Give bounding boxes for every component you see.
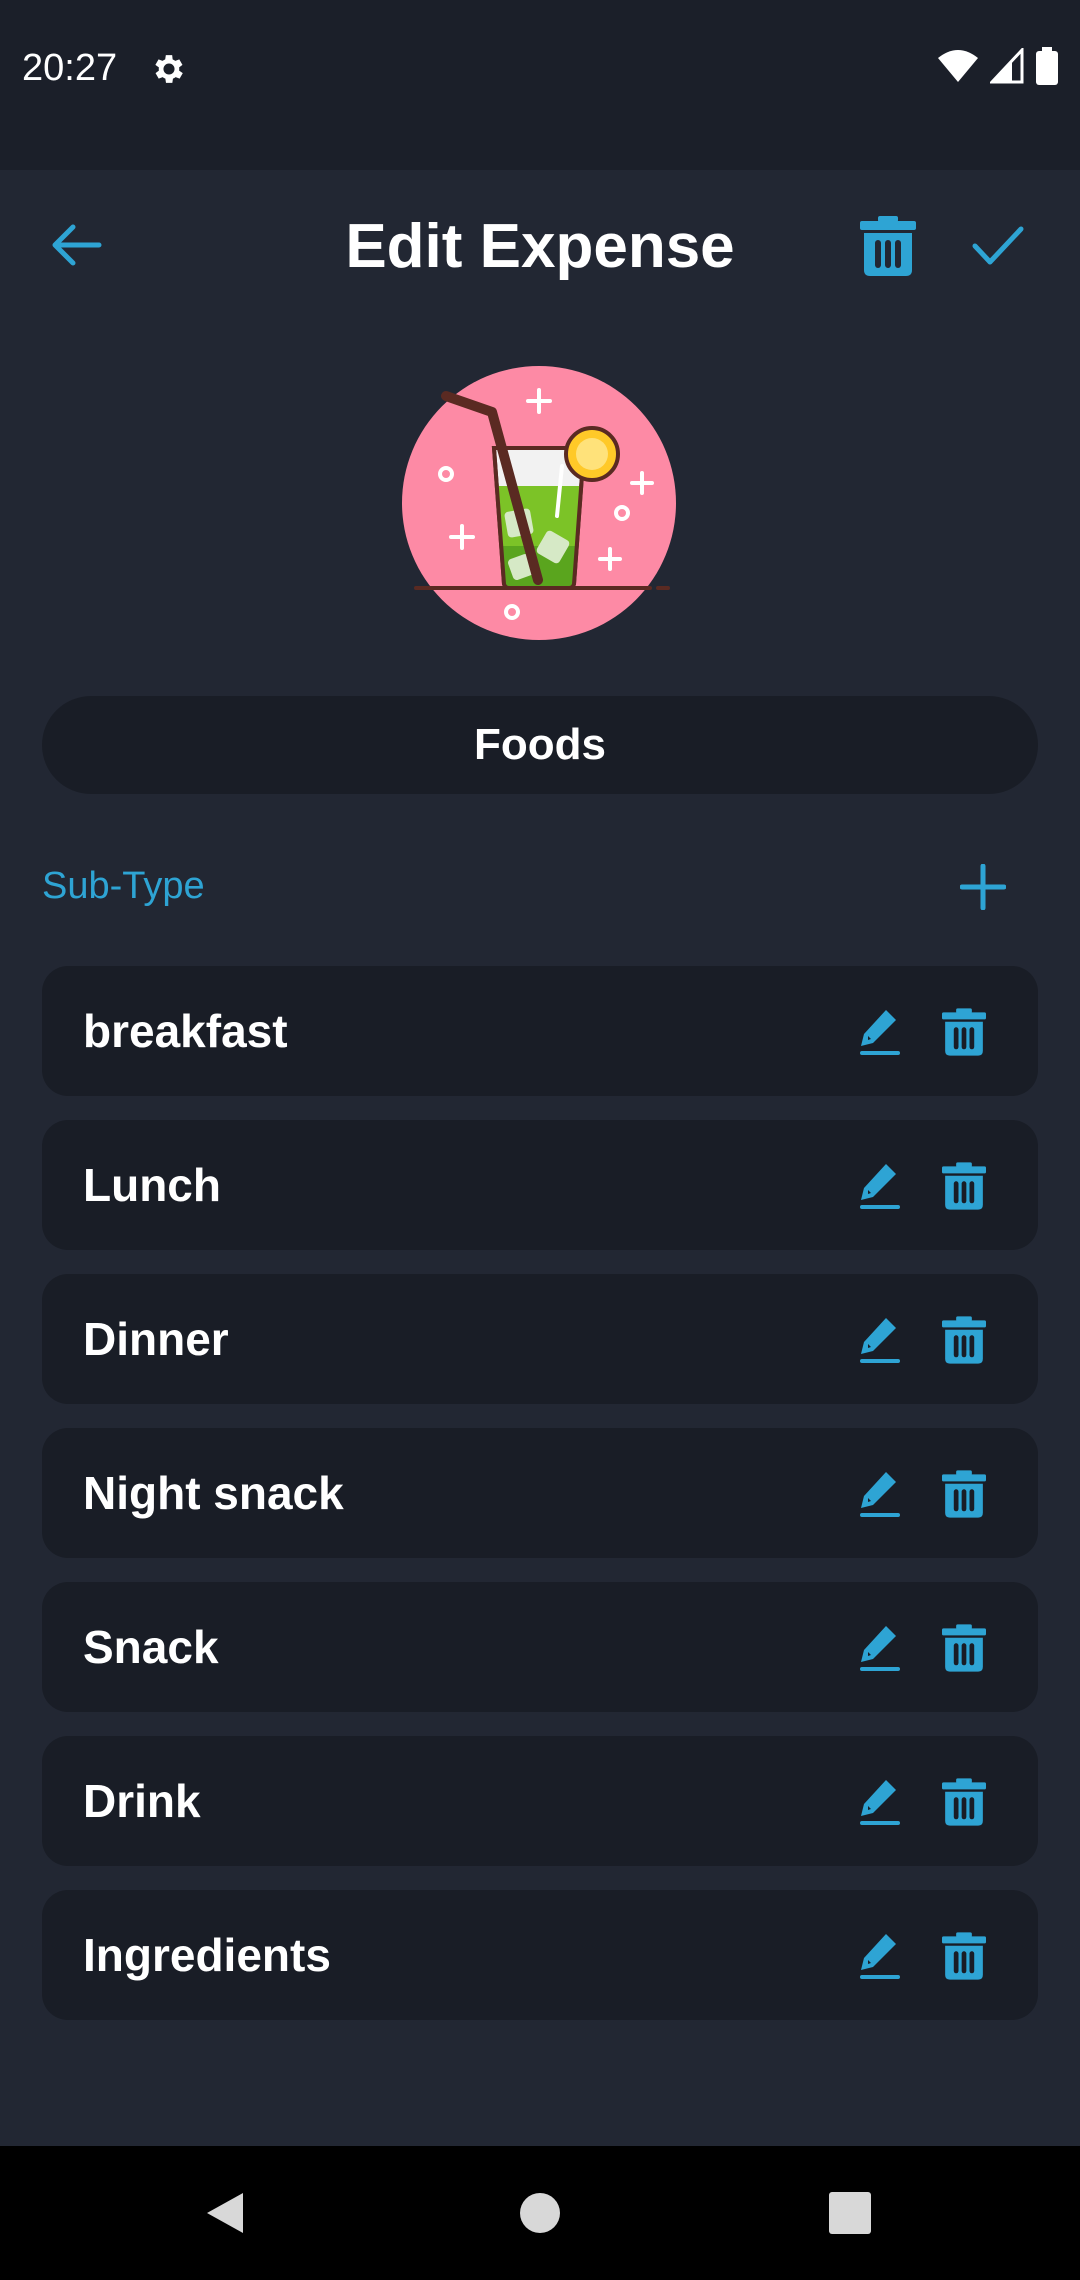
pencil-icon — [860, 1780, 900, 1825]
pencil-icon — [860, 1934, 900, 1979]
delete-subtype-button[interactable] — [938, 1622, 990, 1674]
subtype-label-text: Night snack — [83, 1467, 344, 1519]
signal-icon — [990, 48, 1024, 84]
nav-home-button[interactable] — [508, 2181, 572, 2245]
subtype-label-text: Ingredients — [83, 1929, 331, 1981]
nav-recents-button[interactable] — [818, 2181, 882, 2245]
nav-back-button[interactable] — [193, 2181, 257, 2245]
recents-square-icon — [829, 2192, 871, 2234]
pencil-icon — [860, 1164, 900, 1209]
subtype-list: breakfast Lunch Dinner Night snack Snack Drin… — [42, 966, 1038, 2044]
subtype-label-text: Dinner — [83, 1313, 229, 1365]
edit-subtype-button[interactable] — [854, 1314, 906, 1366]
subtype-label-text: Snack — [83, 1621, 219, 1673]
app-bar: Edit Expense — [0, 170, 1080, 330]
pencil-icon — [860, 1010, 900, 1055]
delete-subtype-button[interactable] — [938, 1006, 990, 1058]
trash-icon — [942, 1624, 986, 1672]
add-subtype-button[interactable] — [950, 854, 1016, 920]
trash-icon — [942, 1008, 986, 1056]
battery-icon — [1036, 47, 1058, 85]
screen: 20:27 Edit Expense Foods Sub-Type breakf… — [0, 0, 1080, 2280]
subtype-row[interactable]: Ingredients — [42, 1890, 1038, 2020]
delete-subtype-button[interactable] — [938, 1776, 990, 1828]
drink-glass-icon — [402, 366, 676, 640]
status-time: 20:27 — [22, 47, 118, 89]
trash-icon — [942, 1778, 986, 1826]
edit-subtype-button[interactable] — [854, 1930, 906, 1982]
gear-icon — [155, 55, 183, 83]
status-icons — [938, 46, 1058, 86]
pencil-icon — [860, 1318, 900, 1363]
delete-subtype-button[interactable] — [938, 1468, 990, 1520]
subtype-row[interactable]: Lunch — [42, 1120, 1038, 1250]
subtype-row[interactable]: Snack — [42, 1582, 1038, 1712]
subtype-label: Sub-Type — [42, 865, 205, 907]
pencil-icon — [860, 1472, 900, 1517]
pencil-icon — [860, 1626, 900, 1671]
trash-icon — [942, 1470, 986, 1518]
trash-icon — [860, 216, 916, 276]
category-name-field[interactable]: Foods — [42, 696, 1038, 794]
trash-icon — [942, 1932, 986, 1980]
delete-subtype-button[interactable] — [938, 1930, 990, 1982]
subtype-label-text: Lunch — [83, 1159, 221, 1211]
delete-subtype-button[interactable] — [938, 1160, 990, 1212]
navigation-bar — [0, 2146, 1080, 2280]
edit-subtype-button[interactable] — [854, 1468, 906, 1520]
subtype-row[interactable]: Night snack — [42, 1428, 1038, 1558]
home-circle-icon — [520, 2193, 560, 2233]
plus-icon — [960, 864, 1006, 910]
wifi-icon — [938, 50, 978, 82]
back-triangle-icon — [207, 2193, 243, 2233]
check-icon — [972, 226, 1024, 265]
delete-expense-button[interactable] — [852, 210, 924, 282]
confirm-button[interactable] — [960, 210, 1036, 282]
status-bar: 20:27 — [0, 0, 1080, 170]
subtype-label-text: Drink — [83, 1775, 201, 1827]
subtype-row[interactable]: Dinner — [42, 1274, 1038, 1404]
trash-icon — [942, 1162, 986, 1210]
edit-subtype-button[interactable] — [854, 1776, 906, 1828]
subtype-label-text: breakfast — [83, 1005, 288, 1057]
subtype-row[interactable]: Drink — [42, 1736, 1038, 1866]
edit-subtype-button[interactable] — [854, 1160, 906, 1212]
trash-icon — [942, 1316, 986, 1364]
subtype-row[interactable]: breakfast — [42, 966, 1038, 1096]
edit-subtype-button[interactable] — [854, 1006, 906, 1058]
delete-subtype-button[interactable] — [938, 1314, 990, 1366]
edit-subtype-button[interactable] — [854, 1622, 906, 1674]
category-image[interactable] — [402, 366, 676, 640]
